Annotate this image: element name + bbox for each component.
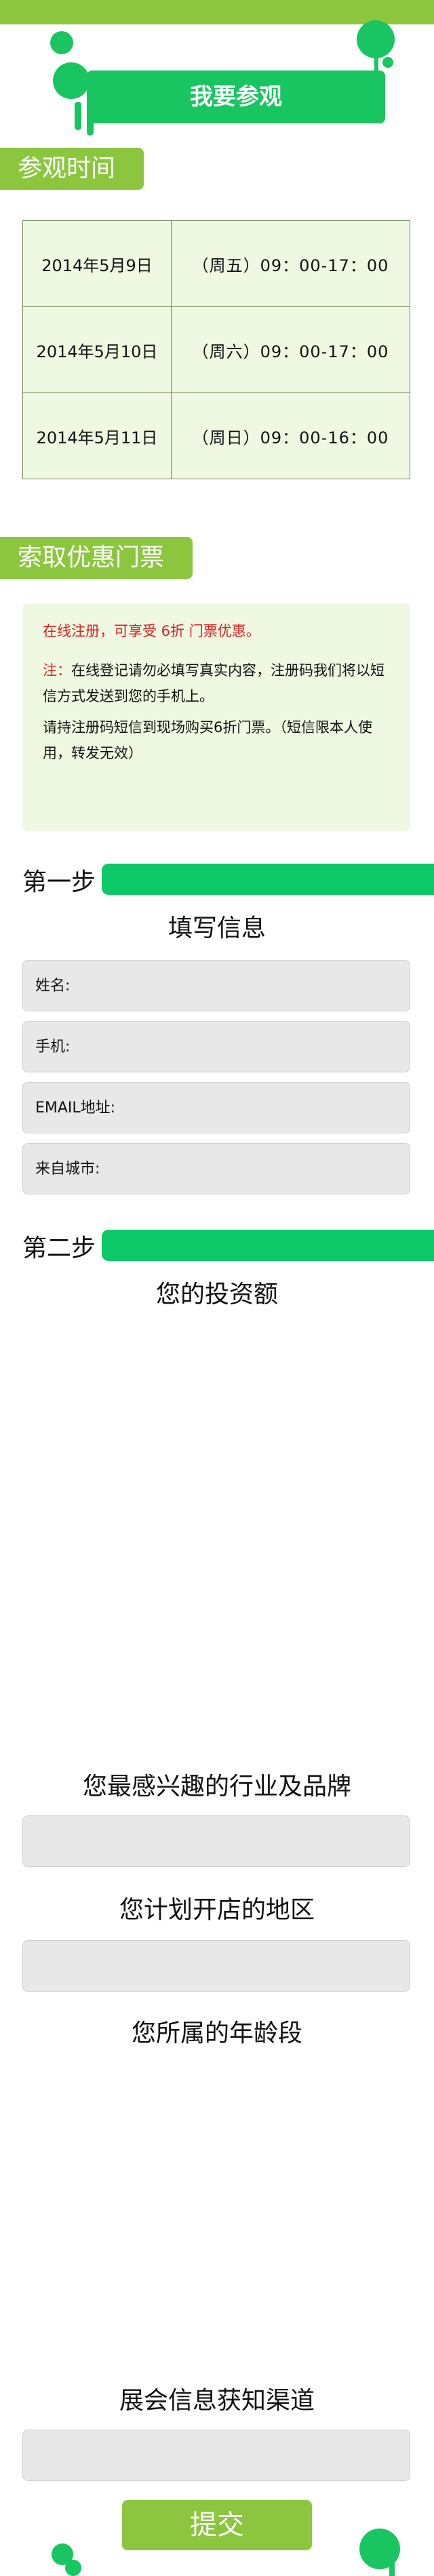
decor-ball-icon [53,62,90,99]
schedule-table: 2014年5月9日 （周五）09：00-17：00 2014年5月10日 （周六… [22,220,410,479]
decor-ball-icon [382,57,393,68]
decor-ball-icon [357,20,395,58]
step-one-label: 第一步 [22,868,96,896]
schedule-date: 2014年5月10日 [22,306,172,393]
step-two-bar [102,1230,434,1261]
section-tag-visit-time: 参观时间 [0,148,144,190]
decor-stem [389,2556,395,2576]
table-row: 2014年5月10日 （周六）09：00-17：00 [22,306,410,393]
section-tag-coupon: 索取优惠门票 [0,537,193,579]
notice-sms: 请持注册码短信到现场购买6折门票。（短信限本人使用，转发无效） [43,719,372,761]
email-field[interactable]: EMAIL地址: [22,1082,410,1133]
city-field[interactable]: 来自城市: [22,1143,410,1194]
name-field[interactable]: 姓名: [22,960,410,1011]
step-two-label: 第二步 [22,1234,96,1262]
notice-prefix: 注： [43,662,71,679]
decor-ball-icon [65,2560,81,2576]
channel-input[interactable] [22,2430,410,2481]
step-one-bar [102,864,434,895]
notice-instructions: 注：在线登记请勿必填写真实内容，注册码我们将以短信方式发送到您的手机上。 [43,658,390,709]
industry-heading: 您最感兴趣的行业及品牌 [82,1773,351,1800]
table-row: 2014年5月11日 （周日）09：00-16：00 [22,393,410,479]
schedule-date: 2014年5月11日 [22,393,172,479]
submit-button[interactable]: 提交 [122,2500,312,2550]
notice-discount: 在线注册，可享受 6折 门票优惠。 [43,623,260,639]
table-row: 2014年5月9日 （周五）09：00-17：00 [22,220,410,307]
coupon-notice: 在线注册，可享受 6折 门票优惠。 注：在线登记请勿必填写真实内容，注册码我们将… [22,603,410,831]
region-heading: 您计划开店的地区 [119,1896,315,1924]
decor-drip [75,102,81,130]
schedule-hours: （周日）09：00-16：00 [171,393,410,479]
decor-ball-icon [50,31,73,54]
channel-heading: 展会信息获知渠道 [119,2387,315,2415]
step-one-heading: 填写信息 [167,914,266,942]
industry-input[interactable] [22,1815,410,1867]
schedule-date: 2014年5月9日 [22,220,172,307]
page-title: 我要参观 [190,83,282,110]
notice-body: 在线登记请勿必填写真实内容，注册码我们将以短信方式发送到您的手机上。 [43,662,384,704]
phone-field[interactable]: 手机: [22,1021,410,1072]
schedule-hours: （周六）09：00-17：00 [171,306,410,393]
schedule-hours: （周五）09：00-17：00 [171,220,410,307]
investment-heading: 您的投资额 [155,1281,278,1308]
age-heading: 您所属的年龄段 [131,2019,302,2047]
region-input[interactable] [22,1940,410,1992]
